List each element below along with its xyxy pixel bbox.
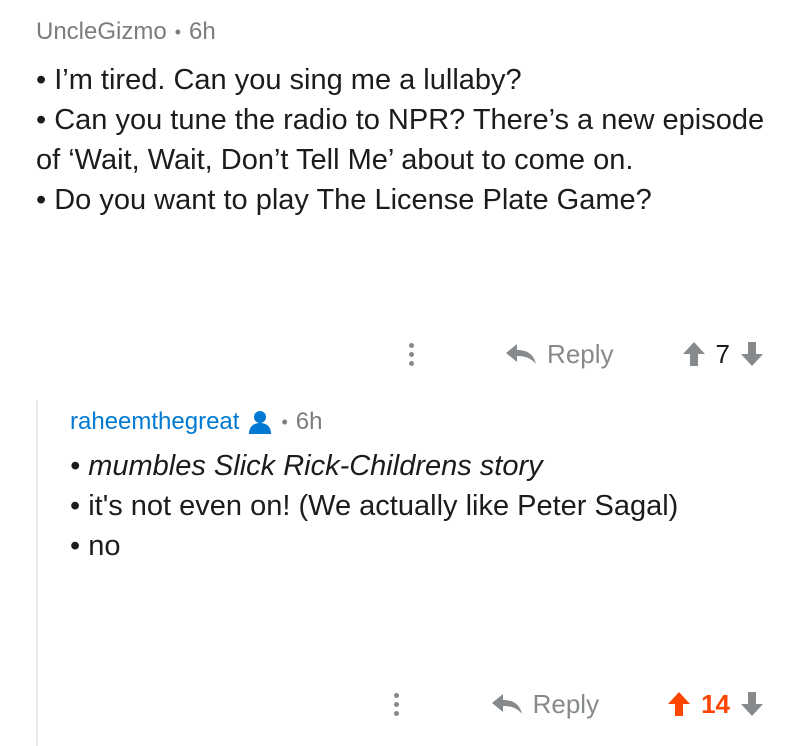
comment-time: 6h <box>189 18 216 45</box>
vote-controls: 7 <box>682 339 764 370</box>
meta-separator: • <box>281 411 288 432</box>
vote-controls: 14 <box>667 689 764 720</box>
comment-line: • I’m tired. Can you sing me a lullaby? <box>36 64 522 96</box>
reply-button[interactable]: Reply <box>491 689 599 720</box>
comment-actions: Reply 14 <box>385 682 764 726</box>
comment: UncleGizmo • 6h • I’m tired. Can you sin… <box>0 0 800 385</box>
downvote-arrow-icon[interactable] <box>740 341 764 367</box>
reply-button[interactable]: Reply <box>505 338 614 370</box>
person-icon <box>249 411 272 434</box>
comment-line: • no <box>70 530 121 562</box>
comment-author[interactable]: UncleGizmo <box>36 18 167 46</box>
comment-line: • mumbles Slick Rick-Childrens story <box>70 450 543 482</box>
comment-line: • Do you want to play The License Plate … <box>36 184 652 216</box>
comment-body: • mumbles Slick Rick-Childrens story • i… <box>70 446 770 566</box>
comment-time: 6h <box>295 408 323 435</box>
reply-label: Reply <box>532 688 600 719</box>
meta-separator: • <box>174 21 182 42</box>
vote-score: 14 <box>701 688 730 719</box>
comment-meta: UncleGizmo • 6h <box>36 18 216 46</box>
more-options-icon[interactable] <box>399 334 423 374</box>
vote-score: 7 <box>715 338 730 369</box>
comment-meta: raheemthegreat • 6h <box>70 408 322 436</box>
comment-actions: Reply 7 <box>399 332 764 376</box>
comment-line: • Can you tune the radio to NPR? There’s… <box>36 104 765 176</box>
reply-arrow-icon <box>506 344 537 364</box>
upvote-arrow-icon[interactable] <box>682 341 706 367</box>
reply-comment: raheemthegreat • 6h • mumbles Slick Rick… <box>36 400 800 746</box>
more-options-icon[interactable] <box>385 684 409 724</box>
comment-author[interactable]: raheemthegreat <box>70 408 239 436</box>
reply-label: Reply <box>547 338 614 369</box>
downvote-arrow-icon[interactable] <box>740 691 764 717</box>
comment-body: • I’m tired. Can you sing me a lullaby? … <box>36 60 776 220</box>
comment-line: • it's not even on! (We actually like Pe… <box>70 490 679 522</box>
reply-arrow-icon <box>491 694 522 714</box>
upvote-arrow-icon[interactable] <box>667 691 691 717</box>
